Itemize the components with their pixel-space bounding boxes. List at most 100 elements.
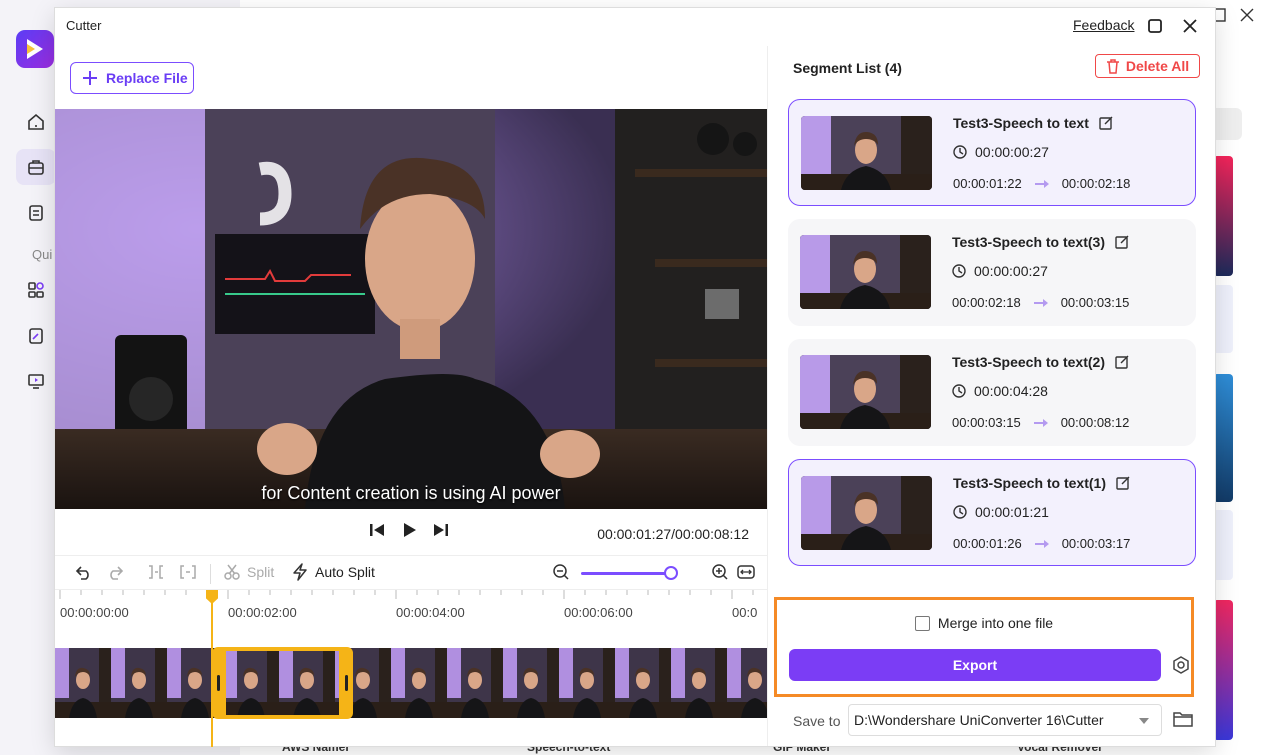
redo-icon[interactable] — [106, 563, 124, 581]
arrow-right-icon — [1033, 418, 1048, 427]
segment-name: Test3-Speech to text(1) — [953, 475, 1106, 491]
delete-all-label: Delete All — [1125, 58, 1190, 74]
trim-end-icon[interactable] — [179, 563, 197, 581]
segment-name-row: Test3-Speech to text(2) — [952, 354, 1129, 370]
rename-icon[interactable] — [1115, 355, 1129, 369]
trash-icon — [1106, 58, 1119, 74]
zoom-slider-handle[interactable] — [664, 566, 678, 580]
segment-duration-row: 00:00:00:27 — [953, 144, 1049, 160]
playhead[interactable] — [211, 590, 213, 747]
playhead-handle[interactable] — [206, 590, 218, 604]
split-label: Split — [247, 564, 275, 580]
segment-range-row: 00:00:01:26 00:00:03:17 — [953, 536, 1130, 551]
cutter-dialog: Cutter Feedback Replace File for Content… — [55, 8, 1215, 747]
lightning-icon — [293, 563, 307, 581]
toolbar-divider — [210, 564, 211, 584]
settings-icon[interactable] — [1172, 656, 1190, 679]
merge-checkbox[interactable] — [914, 615, 930, 631]
maximize-icon[interactable] — [1143, 14, 1167, 38]
replace-file-button[interactable]: Replace File — [70, 62, 194, 94]
app-feature-card[interactable] — [1213, 510, 1233, 580]
ruler-label: 00:0 — [732, 605, 758, 620]
segment-item[interactable]: Test3-Speech to text(3) 00:00:00:27 00:00:… — [788, 219, 1196, 326]
previous-frame-icon[interactable] — [369, 523, 385, 542]
segment-end: 00:00:03:15 — [1060, 295, 1130, 310]
ruler-label: 00:00:04:00 — [396, 605, 465, 620]
zoom-in-icon[interactable] — [711, 563, 729, 581]
segment-duration-row: 00:00:04:28 — [952, 383, 1048, 399]
zoom-out-icon[interactable] — [552, 563, 570, 581]
delete-all-button[interactable]: Delete All — [1095, 54, 1200, 78]
feedback-link[interactable]: Feedback — [1073, 17, 1134, 33]
close-icon[interactable] — [1178, 14, 1202, 38]
trim-start-icon[interactable] — [147, 563, 165, 581]
segment-thumbnail — [801, 116, 932, 190]
media-player-icon[interactable] — [16, 363, 56, 399]
play-icon[interactable] — [403, 522, 417, 543]
timeline-thumbnail — [503, 648, 559, 718]
app-feature-card[interactable] — [1213, 156, 1233, 276]
edit-document-icon[interactable] — [16, 318, 56, 354]
segment-duration: 00:00:04:28 — [974, 383, 1048, 399]
split-button[interactable]: Split — [223, 563, 274, 581]
segment-name-row: Test3-Speech to text — [953, 115, 1113, 131]
app-feature-card[interactable] — [1213, 374, 1233, 502]
segment-name-row: Test3-Speech to text(1) — [953, 475, 1130, 491]
arrow-right-icon — [1034, 179, 1049, 188]
segment-end: 00:00:03:17 — [1061, 536, 1131, 551]
document-icon[interactable] — [16, 195, 56, 231]
segment-item[interactable]: Test3-Speech to text(1) 00:00:01:21 00:00:… — [788, 459, 1196, 566]
arrow-right-icon — [1033, 298, 1048, 307]
segment-start: 00:00:01:22 — [953, 176, 1022, 191]
auto-split-button[interactable]: Auto Split — [291, 563, 375, 581]
edit-toolbar: Split Auto Split — [55, 555, 767, 589]
toolbox-icon[interactable] — [16, 149, 56, 185]
export-button[interactable]: Export — [789, 649, 1161, 681]
clock-icon — [952, 384, 966, 398]
video-preview[interactable]: for Content creation is using AI power — [55, 109, 767, 509]
ai-tools-icon[interactable] — [16, 272, 56, 308]
clock-icon — [952, 264, 966, 278]
ruler-label: 00:00:02:00 — [228, 605, 297, 620]
home-icon[interactable] — [16, 104, 56, 140]
rename-icon[interactable] — [1115, 235, 1129, 249]
rename-icon[interactable] — [1099, 116, 1113, 130]
trim-handle-left[interactable] — [217, 675, 220, 691]
timeline[interactable]: 00:00:00:00 00:00:02:00 00:00:04:00 00:0… — [55, 589, 767, 747]
save-path-value: D:\Wondershare UniConverter 16\Cutter — [854, 712, 1104, 728]
app-logo — [16, 30, 54, 68]
zoom-slider-track[interactable] — [581, 572, 672, 575]
save-path-select[interactable]: D:\Wondershare UniConverter 16\Cutter — [848, 704, 1162, 736]
app-feature-card[interactable] — [1213, 285, 1233, 353]
replace-file-label: Replace File — [106, 70, 188, 86]
segment-name: Test3-Speech to text — [953, 115, 1089, 131]
app-feature-card[interactable] — [1213, 600, 1233, 740]
scissors-icon — [224, 564, 240, 580]
quick-label: Qui — [32, 247, 53, 262]
clock-icon — [953, 145, 967, 159]
folder-icon[interactable] — [1173, 710, 1193, 733]
undo-icon[interactable] — [75, 563, 93, 581]
trim-selection[interactable] — [212, 647, 353, 719]
segment-item[interactable]: Test3-Speech to text(2) 00:00:04:28 00:00:… — [788, 339, 1196, 446]
fit-timeline-icon[interactable] — [737, 563, 755, 581]
app-close-icon[interactable] — [1240, 8, 1254, 27]
playback-timecode: 00:00:01:27/00:00:08:12 — [597, 526, 749, 542]
segment-list-title: Segment List (4) — [793, 60, 902, 76]
segment-duration: 00:00:01:21 — [975, 504, 1049, 520]
app-window-controls — [1212, 8, 1254, 27]
segment-name: Test3-Speech to text(2) — [952, 354, 1105, 370]
segment-duration: 00:00:00:27 — [975, 144, 1049, 160]
rename-icon[interactable] — [1116, 476, 1130, 490]
segment-end: 00:00:02:18 — [1061, 176, 1131, 191]
segment-end: 00:00:08:12 — [1060, 415, 1130, 430]
arrow-right-icon — [1034, 539, 1049, 548]
segment-thumbnail — [800, 355, 931, 429]
next-frame-icon[interactable] — [433, 523, 449, 542]
segment-thumbnail — [801, 476, 932, 550]
merge-option[interactable]: Merge into one file — [777, 615, 1191, 631]
trim-handle-right[interactable] — [345, 675, 348, 691]
dialog-title: Cutter — [66, 18, 102, 33]
segment-item[interactable]: Test3-Speech to text 00:00:00:27 00:00:01:… — [788, 99, 1196, 206]
ruler-ticks — [59, 590, 754, 599]
